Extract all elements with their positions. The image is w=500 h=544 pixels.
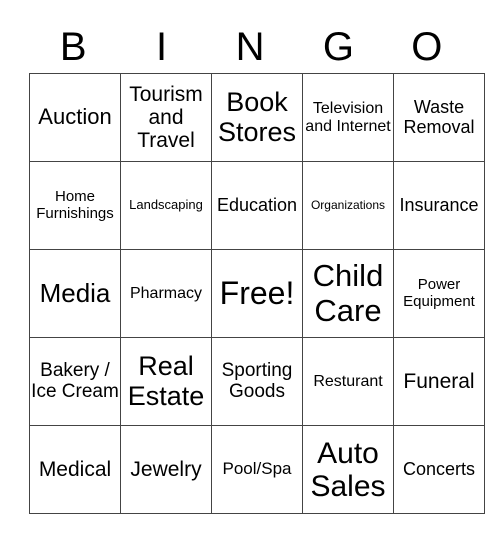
bingo-cell[interactable]: Auction <box>29 73 121 162</box>
bingo-cell[interactable]: Television and Internet <box>302 73 394 162</box>
bingo-cell[interactable]: Auto Sales <box>302 425 394 514</box>
header-letter-g: G <box>322 25 354 69</box>
bingo-cell[interactable]: Pool/Spa <box>211 425 303 514</box>
bingo-row: Bakery / Ice Cream Real Estate Sporting Go… <box>29 337 485 426</box>
header-letter-b: B <box>59 25 87 69</box>
header-letter-o: O <box>411 25 443 69</box>
header-letter-n: N <box>235 25 265 69</box>
bingo-cell[interactable]: Media <box>29 249 121 338</box>
bingo-cell[interactable]: Waste Removal <box>393 73 485 162</box>
bingo-cell[interactable]: Real Estate <box>120 337 212 426</box>
header-letter-i: I <box>156 25 168 69</box>
bingo-cell[interactable]: Education <box>211 161 303 250</box>
bingo-row: Home Furnishings Landscaping Education Orga… <box>29 161 485 250</box>
bingo-cell[interactable]: Organizations <box>302 161 394 250</box>
bingo-cell[interactable]: Tourism and Travel <box>120 73 212 162</box>
bingo-cell[interactable]: Home Furnishings <box>29 161 121 250</box>
bingo-cell[interactable]: Jewelry <box>120 425 212 514</box>
bingo-cell[interactable]: Medical <box>29 425 121 514</box>
bingo-cell[interactable]: Insurance <box>393 161 485 250</box>
bingo-cell[interactable]: Child Care <box>302 249 394 338</box>
bingo-row: Media Pharmacy Free! Child Care Power Equipm… <box>29 249 485 338</box>
bingo-cell[interactable]: Bakery / Ice Cream <box>29 337 121 426</box>
bingo-row: Medical Jewelry Pool/Spa Auto Sales Concerts <box>29 425 485 514</box>
bingo-cell[interactable]: Pharmacy <box>120 249 212 338</box>
bingo-cell[interactable]: Funeral <box>393 337 485 426</box>
bingo-grid: Auction Tourism and Travel Book Stores Tele… <box>29 73 485 514</box>
bingo-row: Auction Tourism and Travel Book Stores Tele… <box>29 73 485 162</box>
bingo-cell[interactable]: Power Equipment <box>393 249 485 338</box>
bingo-cell[interactable]: Landscaping <box>120 161 212 250</box>
bingo-cell[interactable]: Resturant <box>302 337 394 426</box>
bingo-header: B I N G O <box>29 24 471 70</box>
free-space-cell[interactable]: Free! <box>211 249 303 338</box>
bingo-cell[interactable]: Concerts <box>393 425 485 514</box>
bingo-cell[interactable]: Book Stores <box>211 73 303 162</box>
bingo-cell[interactable]: Sporting Goods <box>211 337 303 426</box>
